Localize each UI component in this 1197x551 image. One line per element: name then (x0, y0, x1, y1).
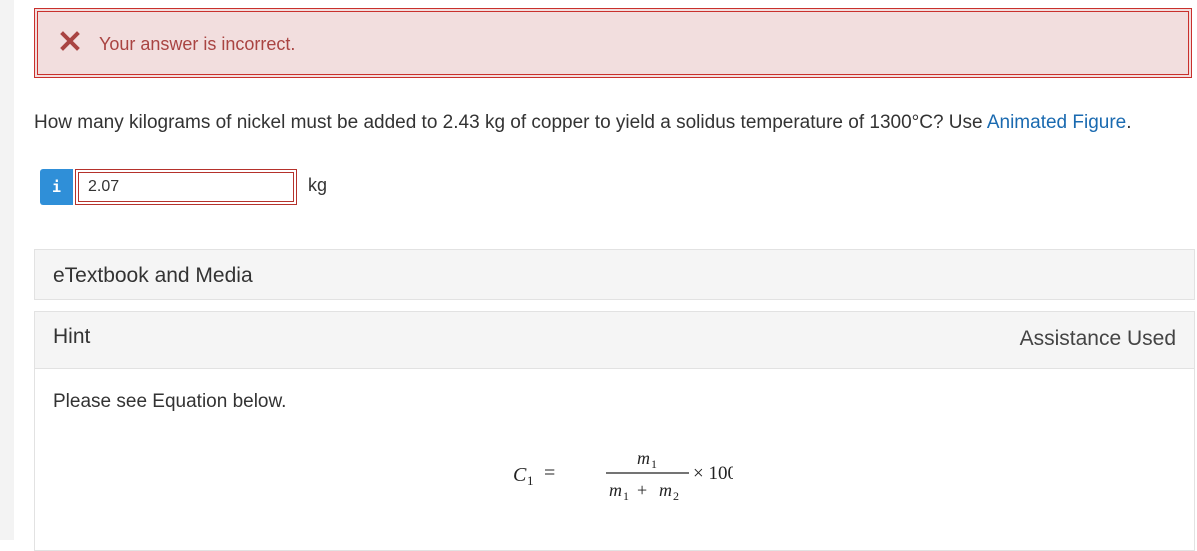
alert-message: Your answer is incorrect. (99, 34, 296, 54)
assistance-used-label: Assistance Used (1019, 327, 1176, 350)
x-mark-icon (60, 31, 80, 51)
answer-input[interactable] (75, 169, 297, 205)
eq-lhs: C (513, 464, 527, 486)
composition-equation: C 1 = m 1 m 1 + m 2 × 100 (513, 448, 733, 503)
hint-header[interactable]: Hint Assistance Used (35, 312, 1194, 369)
etextbook-media-panel[interactable]: eTextbook and Media (34, 249, 1195, 300)
eq-den-term1-sub: 1 (623, 489, 629, 503)
question-suffix: . (1126, 112, 1132, 133)
eq-equals: = (544, 462, 555, 484)
question-body: How many kilograms of nickel must be add… (34, 112, 987, 133)
incorrect-alert: Your answer is incorrect. (34, 8, 1192, 78)
eq-numerator-sub: 1 (651, 457, 657, 471)
left-rail (0, 0, 14, 540)
eq-den-term1: m (609, 480, 622, 500)
hint-text: Please see Equation below. (53, 391, 287, 412)
unit-label: kg (308, 175, 328, 195)
etextbook-media-label: eTextbook and Media (53, 264, 253, 287)
hint-panel: Hint Assistance Used Please see Equation… (34, 311, 1195, 551)
eq-lhs-sub: 1 (527, 473, 534, 488)
eq-times-100: × 100 (693, 463, 733, 484)
question-text: How many kilograms of nickel must be add… (34, 112, 1132, 134)
animated-figure-link[interactable]: Animated Figure (987, 112, 1126, 133)
eq-numerator: m (637, 448, 650, 468)
eq-den-plus: + (637, 480, 647, 500)
hint-label: Hint (53, 325, 91, 348)
eq-den-term2-sub: 2 (673, 489, 679, 503)
eq-den-term2: m (659, 480, 672, 500)
info-icon[interactable]: i (40, 169, 73, 205)
